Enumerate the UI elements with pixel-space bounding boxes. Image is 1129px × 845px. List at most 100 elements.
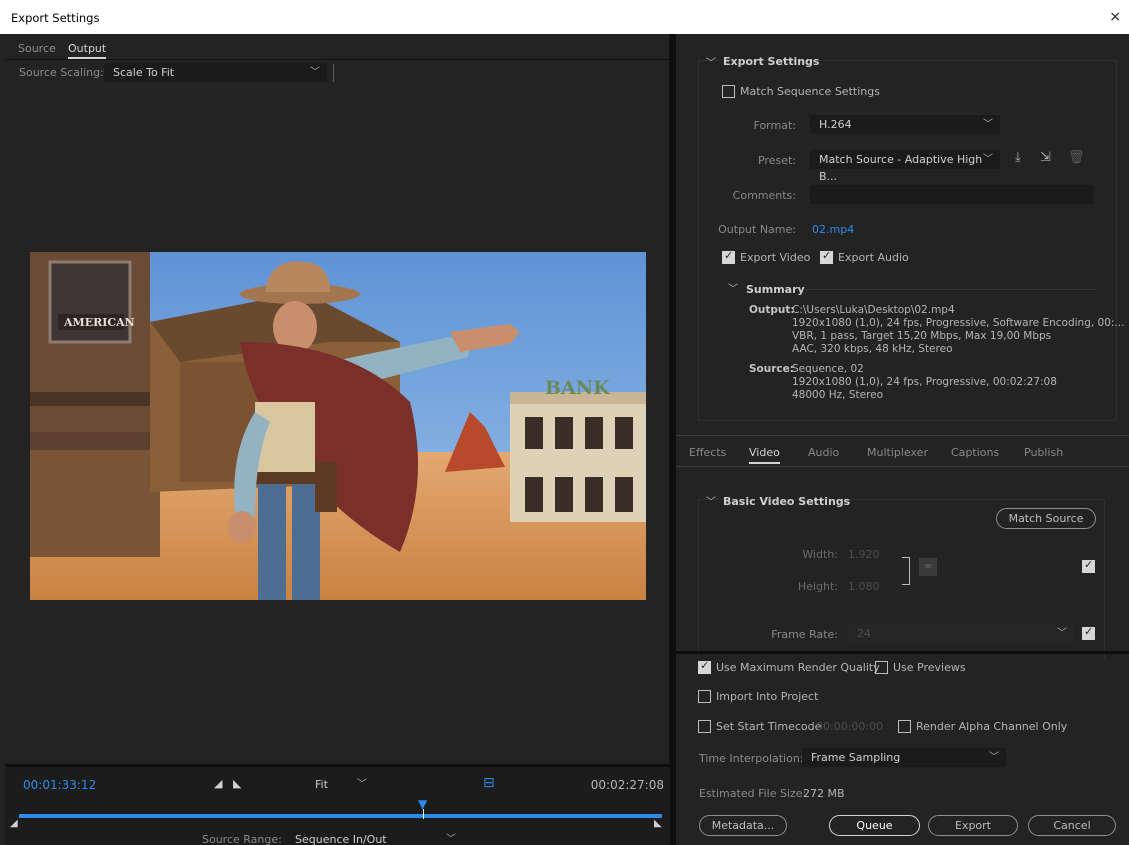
summary-source-line: 1920x1080 (1,0), 24 fps, Progressive, 00… [792,376,1057,388]
title-bar: Export Settings × [0,0,1129,34]
tab-multiplexer[interactable]: Multiplexer [867,446,928,459]
frame-rate-value: 24 [857,627,871,640]
in-point-icon[interactable]: ◢ [10,818,18,829]
sign-american-text: AMERICAN [63,316,135,329]
summary-output-key: Output: [749,304,795,316]
close-icon[interactable]: × [1109,9,1121,25]
tab-captions[interactable]: Captions [951,446,999,459]
timeline-panel: 00:01:33:12 ◢ ◣ Fit ﹀ ⊟ 00:02:27:08 ▼ ◢ … [5,764,670,845]
preset-dropdown[interactable]: Match Source - Adaptive High B... ﹀ [810,150,1000,183]
use-previews-checkbox[interactable] [875,661,888,674]
metadata-button[interactable]: Metadata... [699,815,787,836]
delete-preset-icon[interactable]: 🗑 [1068,150,1085,165]
source-range-label: Source Range: [202,833,282,845]
source-scaling-value: Scale To Fit [113,66,175,79]
out-point-icon[interactable]: ◣ [654,818,662,829]
output-name-link[interactable]: 02.mp4 [812,223,854,236]
file-size-value: 272 MB [803,787,845,800]
source-output-tabs: Source Output [5,34,670,59]
chevron-down-icon[interactable]: ﹀ [728,280,738,295]
summary-source-line: Sequence, 02 [792,363,864,375]
time-interpolation-value: Frame Sampling [811,751,901,764]
source-range-value: Sequence In/Out [295,833,387,845]
export-button[interactable]: Export [928,815,1018,836]
source-range-dropdown[interactable]: Sequence In/Out ﹀ [286,830,463,845]
chevron-down-icon: ﹀ [357,779,367,790]
mark-in-icon[interactable]: ◢ [214,777,222,790]
format-dropdown[interactable]: H.264 ﹀ [810,115,1000,134]
height-value[interactable]: 1.080 [848,580,880,593]
render-alpha-label: Render Alpha Channel Only [916,720,1068,733]
max-render-label: Use Maximum Render Quality [716,661,880,674]
source-scaling-row: Source Scaling: Scale To Fit ﹀ [5,63,670,85]
sign-bank-text: BANK [545,377,611,399]
chevron-down-icon[interactable]: ﹀ [706,54,716,69]
mark-out-icon[interactable]: ◣ [233,777,241,790]
width-value[interactable]: 1.920 [848,548,880,561]
zoom-dropdown[interactable]: Fit ﹀ [306,775,374,794]
chevron-down-icon: ﹀ [1057,628,1067,639]
zoom-value: Fit [315,778,328,791]
summary-source-key: Source: [749,363,794,375]
tab-effects[interactable]: Effects [689,446,726,459]
import-preset-icon[interactable]: ⇲ [1040,150,1051,165]
tab-audio[interactable]: Audio [808,446,839,459]
format-label: Format: [753,119,796,132]
chevron-down-icon: ﹀ [983,119,993,130]
start-timecode-label: Set Start Timecode [716,720,822,733]
render-alpha-checkbox[interactable] [898,720,911,733]
export-audio-checkbox[interactable] [820,249,833,264]
match-sequence-checkbox[interactable] [722,85,735,98]
frame-rate-dropdown[interactable]: 24 ﹀ [848,624,1074,643]
match-sequence-label: Match Sequence Settings [740,85,880,98]
height-label: Height: [797,580,838,593]
window-title: Export Settings [11,11,100,25]
export-settings-title: Export Settings [723,55,820,68]
time-interpolation-dropdown[interactable]: Frame Sampling ﹀ [802,748,1006,767]
frame-rate-label: Frame Rate: [771,628,838,641]
tab-output[interactable]: Output [68,42,107,59]
chevron-down-icon: ﹀ [983,154,993,165]
file-size-label: Estimated File Size: [699,787,807,800]
export-audio-label: Export Audio [838,251,909,264]
summary-output-line: 1920x1080 (1,0), 24 fps, Progressive, So… [792,317,1125,329]
aspect-bracket [902,557,910,585]
chevron-down-icon[interactable]: ﹀ [706,493,716,508]
frame-rate-match-checkbox[interactable] [1082,625,1095,640]
tab-video[interactable]: Video [749,446,780,464]
comments-field[interactable] [810,185,1093,204]
fit-range-icon[interactable]: ⊟ [483,775,495,791]
summary-output-line: AAC, 320 kbps, 48 kHz, Stereo [792,343,953,355]
summary-divider [806,289,1096,290]
right-panel: ﹀ Export Settings Match Sequence Setting… [676,34,1129,845]
playhead-line [423,809,424,819]
summary-source-line: 48000 Hz, Stereo [792,389,884,401]
start-timecode-checkbox[interactable] [698,720,711,733]
summary-output-line: C:\Users\Luka\Desktop\02.mp4 [792,304,955,316]
start-timecode-value[interactable]: 00:00:00:00 [816,720,883,733]
time-interpolation-label: Time Interpolation: [699,752,804,765]
output-name-label: Output Name: [718,223,796,236]
queue-button[interactable]: Queue [829,815,920,836]
vertical-splitter[interactable] [670,34,676,845]
source-scaling-dropdown[interactable]: Scale To Fit ﹀ [104,63,327,82]
match-source-button[interactable]: Match Source [996,508,1096,529]
max-render-checkbox[interactable] [698,659,711,674]
save-preset-icon[interactable]: ⤓ [1015,150,1021,165]
format-value: H.264 [819,118,852,131]
tab-source[interactable]: Source [18,42,56,55]
cancel-button[interactable]: Cancel [1028,815,1116,836]
preset-label: Preset: [757,154,796,167]
chevron-down-icon: ﹀ [989,752,999,763]
import-project-label: Import Into Project [716,690,819,703]
width-height-match-checkbox[interactable] [1082,558,1095,573]
panel-splitter[interactable] [676,651,1129,654]
subtabs-top-border [676,435,1129,436]
tab-publish[interactable]: Publish [1024,446,1063,459]
work-area-bar[interactable] [19,814,662,818]
import-project-checkbox[interactable] [698,690,711,703]
export-video-checkbox[interactable] [722,249,735,264]
source-scaling-label: Source Scaling: [19,66,104,79]
link-icon[interactable]: ∞ [919,558,937,576]
current-timecode[interactable]: 00:01:33:12 [23,778,96,792]
